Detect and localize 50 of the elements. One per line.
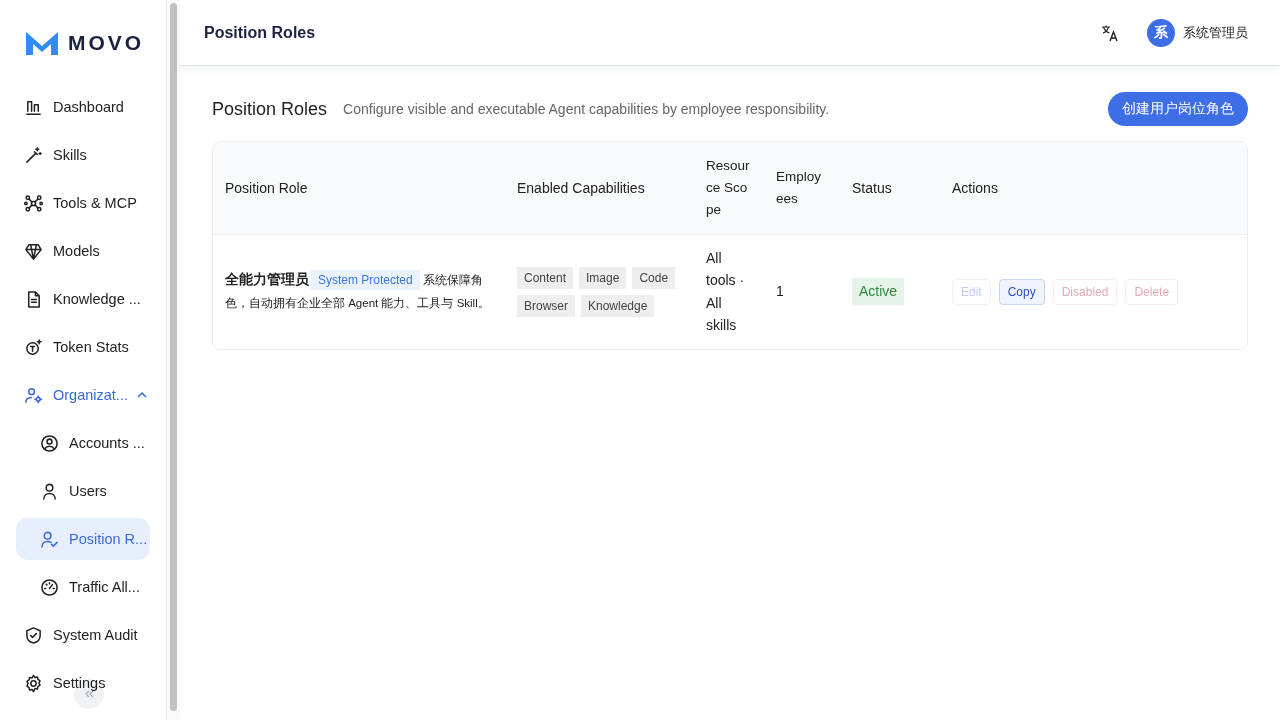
column-header: Actions (940, 142, 1247, 234)
nav-item[interactable]: Token Stats (16, 326, 150, 368)
table-cell: All tools · All skills (694, 234, 764, 349)
nav-item[interactable]: Skills (16, 134, 150, 176)
column-header: Status (840, 142, 940, 234)
logo-icon (24, 29, 60, 57)
column-header: Employees (764, 142, 840, 234)
user-icon (40, 481, 59, 501)
nav-item[interactable]: Tools & MCP (16, 182, 150, 224)
nav-item[interactable]: Users (16, 470, 150, 512)
translate-icon[interactable] (1101, 23, 1119, 42)
nav-item[interactable]: Accounts ... (16, 422, 150, 464)
capability-tag: Knowledge (581, 294, 655, 317)
capability-tag: Content (517, 266, 574, 289)
column-header: Position Role (213, 142, 505, 234)
user-circle-icon (40, 433, 59, 453)
nav-item[interactable]: Knowledge ... (16, 278, 150, 320)
wand-icon (24, 145, 43, 165)
user-avatar[interactable]: 系 (1147, 18, 1175, 47)
user-check-icon (40, 529, 59, 549)
nav-item[interactable]: Models (16, 230, 150, 272)
table-cell: 1 (764, 234, 840, 349)
token-icon (24, 337, 43, 357)
create-button[interactable]: 创建用户岗位角色 (1108, 92, 1248, 126)
network-icon (24, 193, 43, 213)
status-tag: Active (852, 278, 905, 305)
header-title: Position Roles (204, 23, 316, 42)
column-header: Enabled Capabilities (505, 142, 694, 234)
page-title: Position Roles (212, 98, 328, 120)
diamond-icon (24, 241, 43, 261)
nav-item[interactable]: Traffic All... (16, 566, 150, 608)
nav-item[interactable]: System Audit (16, 614, 150, 656)
page-subtitle: Configure visible and executable Agent capabilities by employee responsibility. (343, 101, 831, 117)
role-description: 全能力管理员 System Protected 系统保障角色，自动拥有企业全部 Agent 能力、工具与 Skill。 (225, 269, 491, 311)
action-button[interactable]: Copy (998, 278, 1045, 305)
capability-tag: Browser (517, 294, 575, 317)
nav-item[interactable]: Organizat... (16, 374, 150, 416)
nav-item[interactable]: Settings (16, 662, 150, 704)
capability-tag: Code (632, 266, 676, 289)
brand-name: MOVO (68, 31, 145, 55)
gauge-icon (40, 577, 59, 597)
shield-icon (24, 625, 43, 645)
scrollbar-thumb[interactable] (170, 3, 177, 711)
capability-tag: Image (579, 266, 627, 289)
nav-item[interactable]: Dashboard (16, 86, 150, 128)
nav-item[interactable]: Position R... (16, 518, 150, 560)
settings-icon (24, 673, 43, 693)
user-name[interactable]: 系统管理员 (1183, 23, 1248, 42)
user-gear-icon (24, 385, 43, 405)
column-header: Resource Scope (694, 142, 764, 234)
